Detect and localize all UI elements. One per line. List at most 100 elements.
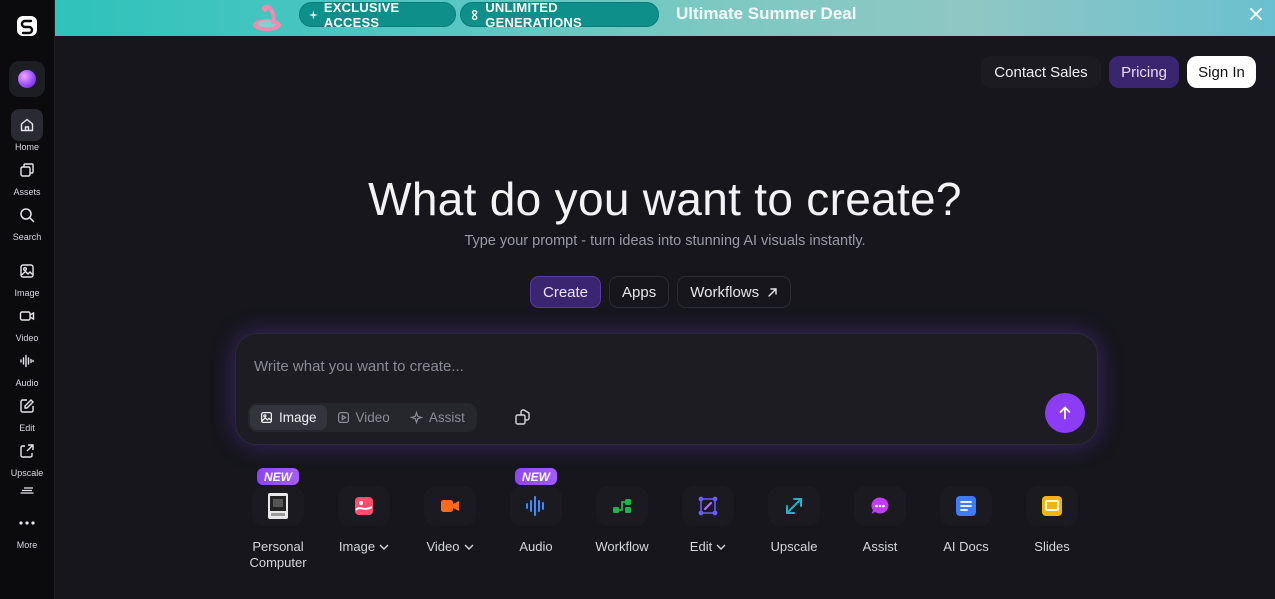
chevron-down-icon	[379, 544, 389, 550]
sidebar-item-stack[interactable]	[0, 480, 55, 500]
promo-banner[interactable]: EXCLUSIVE ACCESS UNLIMITED GENERATIONS U…	[55, 0, 1275, 36]
app-logo[interactable]	[15, 14, 39, 38]
sidebar-item-more[interactable]: More	[0, 507, 55, 550]
tool-label: Edit	[689, 539, 713, 554]
send-button[interactable]	[1045, 393, 1085, 433]
tool-label: Image	[338, 539, 376, 554]
tool-upscale[interactable]: Upscale	[754, 470, 834, 555]
page-title: What do you want to create?	[368, 173, 962, 225]
tool-assist[interactable]: Assist	[840, 470, 920, 555]
edit-tool-icon	[682, 486, 734, 526]
sidebar-item-audio[interactable]: Audio	[0, 345, 55, 388]
pricing-button[interactable]: Pricing	[1109, 56, 1179, 88]
sidebar-item-search[interactable]: Search	[0, 199, 55, 242]
sidebar-item-image[interactable]: Image	[0, 255, 55, 298]
slides-icon	[1026, 486, 1078, 526]
tool-ai-docs[interactable]: AI Docs	[926, 470, 1006, 555]
tool-image[interactable]: Image	[324, 470, 404, 555]
tool-label: Slides	[1034, 539, 1070, 554]
workflow-tool-icon	[596, 486, 648, 526]
new-badge: NEW	[515, 468, 557, 485]
sidebar-item-label: Audio	[15, 378, 39, 388]
mode-tabs: Create Apps Workflows	[530, 276, 792, 308]
infinity-icon	[471, 9, 478, 20]
tool-edit[interactable]: Edit	[668, 470, 748, 555]
tool-workflow[interactable]: Workflow	[582, 470, 662, 555]
external-arrow-icon	[768, 287, 777, 297]
flamingo-float-icon	[251, 2, 283, 37]
sidebar-item-label: Assets	[13, 187, 41, 197]
sidebar-item-home[interactable]: Home	[0, 109, 55, 152]
video-play-icon	[337, 412, 349, 423]
tool-video[interactable]: Video	[410, 470, 490, 555]
mode-image[interactable]: Image	[250, 405, 327, 430]
sparkle-icon	[308, 9, 318, 20]
page-subtitle: Type your prompt - turn ideas into stunn…	[464, 233, 866, 249]
video-icon	[11, 300, 43, 332]
tool-label: Video	[426, 539, 460, 554]
edit-icon	[11, 390, 43, 422]
upscale-icon	[11, 435, 43, 467]
user-avatar-button[interactable]	[9, 61, 45, 97]
prompt-box: Image Video Assist	[235, 333, 1098, 445]
sidebar-item-edit[interactable]: Edit	[0, 390, 55, 433]
tool-label-row: Image	[339, 539, 389, 555]
summer-deal-text: Ultimate Summer Deal	[676, 4, 857, 23]
generation-mode-switch: Image Video Assist	[248, 403, 477, 432]
prompt-input[interactable]	[254, 352, 1034, 380]
tool-audio[interactable]: NEW Audio	[496, 468, 576, 555]
mode-assist[interactable]: Assist	[400, 405, 475, 430]
pill-label: EXCLUSIVE ACCESS	[323, 0, 400, 30]
mode-label: Image	[279, 410, 317, 425]
tab-workflows[interactable]: Workflows	[677, 276, 792, 308]
search-icon	[11, 199, 43, 231]
tool-label: AI Docs	[943, 539, 989, 554]
tab-create[interactable]: Create	[530, 276, 602, 308]
more-dots-icon	[11, 507, 43, 539]
exclusive-access-pill: EXCLUSIVE ACCESS	[299, 0, 456, 30]
sidebar-item-label: Image	[14, 288, 40, 298]
ai-docs-icon	[940, 486, 992, 526]
tool-label: Assist	[862, 539, 898, 554]
new-badge: NEW	[257, 468, 299, 485]
close-icon	[1250, 8, 1262, 20]
tool-label: Workflow	[595, 539, 649, 554]
sidebar-item-assets[interactable]: Assets	[0, 154, 55, 197]
home-icon	[11, 109, 43, 141]
audio-tool-icon	[510, 486, 562, 526]
tab-label: Apps	[622, 283, 657, 301]
sidebar-item-label: Search	[12, 232, 42, 242]
chevron-down-icon	[464, 544, 473, 550]
sparkle-icon	[409, 411, 423, 424]
sidebar-item-upscale[interactable]: Upscale	[0, 435, 55, 478]
tool-label: Personal Computer	[249, 539, 307, 570]
shapes-options-button[interactable]	[514, 408, 532, 431]
tab-apps[interactable]: Apps	[609, 276, 670, 308]
unlimited-generations-pill: UNLIMITED GENERATIONS	[460, 0, 659, 30]
tool-slides[interactable]: Slides	[1012, 470, 1092, 555]
image-tool-icon	[338, 486, 390, 526]
tool-label-row: Edit	[690, 539, 726, 555]
contact-sales-button[interactable]: Contact Sales	[981, 56, 1101, 88]
audio-waveform-icon	[11, 345, 43, 377]
tool-label: Upscale	[770, 539, 818, 554]
video-tool-icon	[424, 486, 476, 526]
mode-video[interactable]: Video	[327, 405, 400, 430]
upscale-tool-icon	[768, 486, 820, 526]
arrow-up-icon	[1059, 406, 1071, 420]
banner-close-button[interactable]	[1249, 7, 1263, 26]
sidebar-item-label: More	[16, 540, 38, 550]
image-icon	[261, 412, 272, 423]
sign-in-button[interactable]: Sign In	[1187, 56, 1256, 88]
sidebar-item-label: Edit	[19, 423, 35, 433]
sidebar-item-video[interactable]: Video	[0, 300, 55, 343]
tab-label: Workflows	[690, 283, 760, 301]
tool-label: Audio	[519, 539, 553, 554]
stack-icon	[11, 480, 43, 500]
tool-personal-computer[interactable]: NEW Personal Computer	[238, 468, 318, 571]
image-icon	[11, 255, 43, 287]
personal-computer-icon	[252, 486, 304, 526]
chevron-down-icon	[716, 544, 726, 550]
mode-label: Assist	[428, 410, 465, 425]
assets-icon	[11, 154, 43, 186]
